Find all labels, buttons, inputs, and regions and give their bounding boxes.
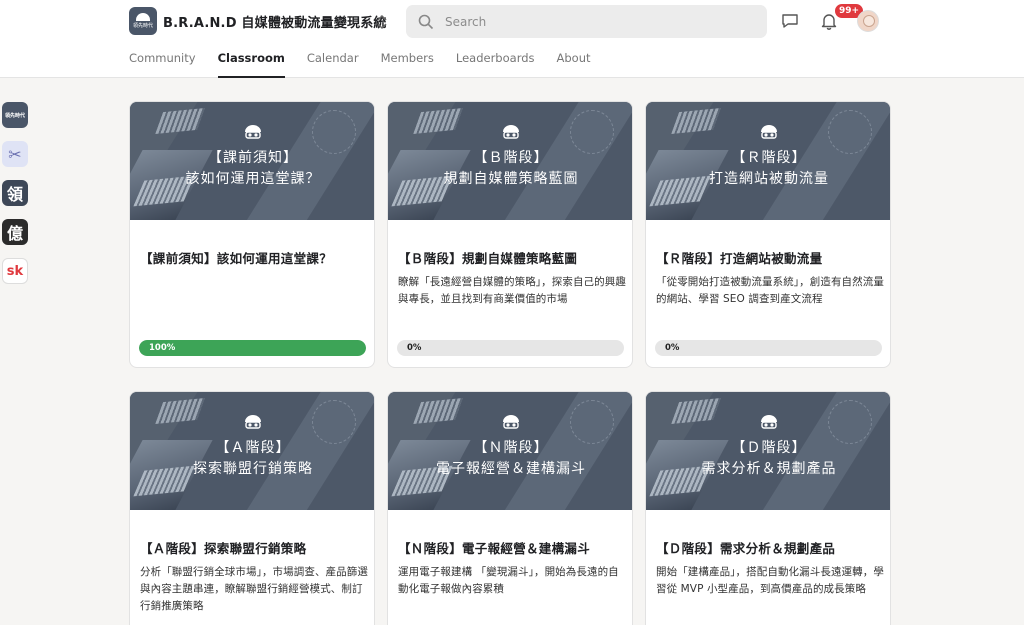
tab-about[interactable]: About [557,51,591,78]
rail-community-2[interactable]: ✂ [2,141,28,167]
banner-keyboard [413,397,463,425]
tab-calendar[interactable]: Calendar [307,51,359,78]
tab-classroom[interactable]: Classroom [217,51,286,78]
search-input[interactable] [445,14,745,29]
chevron-up-down-icon[interactable] [375,13,389,31]
banner-title-line1: 【Ｄ階段】 [731,440,807,456]
course-description: 「從零開始打造被動流量系統」，創造有自然流量的網站、學習 SEO 調查到產文流程 [656,276,884,305]
rail-community-1[interactable]: 領先時代 [2,102,28,128]
banner-title-line1: 【Ｎ階段】 [473,440,549,456]
course-progress-bar: 0% [397,340,624,356]
rail-community-3[interactable]: 領 [2,180,28,206]
course-description: 運用電子報建構 「變現漏斗」，開始為長遠的自動化電子報做內容累積 [398,566,619,595]
user-avatar[interactable] [857,10,879,32]
course-description: 分析「聯盟行銷全球市場」，市場調查、產品篩選與內容主題串連，瞭解聯盟行銷經營模式… [140,566,368,612]
nav-tabs: Community Classroom Calendar Members Leaderb… [129,51,613,78]
banner-keyboard [155,397,205,425]
progress-percent: 0% [665,343,680,353]
tab-community[interactable]: Community [129,51,196,78]
banner-keyboard [671,397,721,425]
course-banner: 【Ｎ階段】 電子報經營＆建構漏斗 [388,392,632,510]
course-banner: 【課前須知】 該如何運用這堂課？ [130,102,374,220]
course-banner: 【Ｒ階段】 打造網站被動流量 [646,102,890,220]
banner-title-line2: 打造網站被動流量 [709,171,829,187]
course-card[interactable]: 【Ｒ階段】 打造網站被動流量 【Ｒ階段】打造網站被動流量 「從零開始打造被動流量… [645,101,891,368]
banner-title-line2: 電子報經營＆建構漏斗 [436,461,586,477]
group-name[interactable]: B.R.A.N.D 自媒體被動流量變現系統 [163,12,387,31]
banner-title-line2: 需求分析＆規劃產品 [701,461,837,477]
rail-community-5[interactable]: sk [2,258,28,284]
banner-keyboard [413,107,463,135]
course-banner: 【Ａ階段】 探索聯盟行銷策略 [130,392,374,510]
tab-members[interactable]: Members [381,51,434,78]
top-header: 領先時代 B.R.A.N.D 自媒體被動流量變現系統 99+ Community… [0,0,1024,78]
course-description: 瞭解「長遠經營自媒體的策略」，探索自己的興趣與專長，並且找到有商業價值的市場 [398,276,626,305]
course-banner: 【Ｄ階段】 需求分析＆規劃產品 [646,392,890,510]
course-progress-bar: 100% [139,340,366,356]
banner-title-line1: 【課前須知】 [208,150,298,166]
search-icon [418,14,434,29]
progress-percent: 100% [149,343,176,353]
mascot-icon [245,125,261,139]
course-description: 開始「建構產品」，搭配自動化漏斗長遠運轉，學習從 MVP 小型產品，到高價產品的… [656,566,884,595]
mascot-icon [503,415,519,429]
progress-percent: 0% [407,343,422,353]
course-title: 【Ｒ階段】打造網站被動流量 [656,251,823,266]
avatar-face [863,15,875,27]
banner-title-line1: 【Ｒ階段】 [731,150,807,166]
banner-title-line2: 探索聯盟行銷策略 [193,461,313,477]
banner-title-line2: 該如何運用這堂課？ [185,171,321,187]
banner-keyboard [671,107,721,135]
mascot-icon [245,415,261,429]
search-bar[interactable] [406,5,767,38]
logo-text: 領先時代 [132,23,153,29]
chat-icon[interactable] [781,13,799,29]
course-title: 【Ｎ階段】電子報經營＆建構漏斗 [398,541,591,556]
course-title: 【Ｄ階段】需求分析＆規劃產品 [656,541,836,556]
course-card[interactable]: 【課前須知】 該如何運用這堂課？ 【課前須知】該如何運用這堂課？ 100% [129,101,375,368]
rail-community-4[interactable]: 億 [2,219,28,245]
banner-title-line1: 【Ｂ階段】 [473,150,549,166]
course-card[interactable]: 【Ｎ階段】 電子報經營＆建構漏斗 【Ｎ階段】電子報經營＆建構漏斗 運用電子報建構… [387,391,633,625]
tab-leaderboards[interactable]: Leaderboards [456,51,535,78]
course-card[interactable]: 【Ｂ階段】 規劃自媒體策略藍圖 【Ｂ階段】規劃自媒體策略藍圖 瞭解「長遠經營自媒… [387,101,633,368]
course-title: 【Ａ階段】探索聯盟行銷策略 [140,541,307,556]
course-progress-bar: 0% [655,340,882,356]
course-card[interactable]: 【Ｄ階段】 需求分析＆規劃產品 【Ｄ階段】需求分析＆規劃產品 開始「建構產品」，… [645,391,891,625]
banner-title-line2: 規劃自媒體策略藍圖 [443,171,579,187]
logo-helmet-icon [136,13,150,21]
course-card[interactable]: 【Ａ階段】 探索聯盟行銷策略 【Ａ階段】探索聯盟行銷策略 分析「聯盟行銷全球市場… [129,391,375,625]
mascot-icon [761,125,777,139]
banner-keyboard [155,107,205,135]
mascot-icon [761,415,777,429]
banner-title-line1: 【Ａ階段】 [215,440,291,456]
course-title: 【Ｂ階段】規劃自媒體策略藍圖 [398,251,578,266]
course-title: 【課前須知】該如何運用這堂課？ [140,251,333,266]
course-banner: 【Ｂ階段】 規劃自媒體策略藍圖 [388,102,632,220]
group-logo[interactable]: 領先時代 [129,7,157,35]
mascot-icon [503,125,519,139]
